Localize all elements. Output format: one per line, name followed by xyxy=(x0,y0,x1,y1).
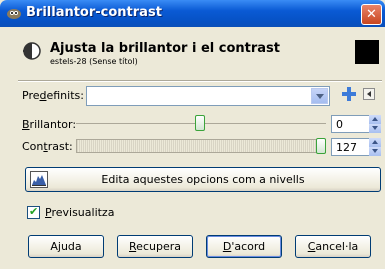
spin-down-icon[interactable] xyxy=(369,147,381,156)
add-icon[interactable] xyxy=(341,86,357,102)
brightness-spin-arrows[interactable] xyxy=(369,115,381,133)
spin-up-icon[interactable] xyxy=(369,138,381,147)
brightness-label: Brillantor: xyxy=(22,118,77,131)
reset-button[interactable]: Recupera xyxy=(117,235,193,258)
edit-as-levels-label: Edita aquestes opcions com a nivells xyxy=(101,173,305,186)
preview-label[interactable]: Previsualitza xyxy=(45,206,114,219)
brightness-slider-handle[interactable] xyxy=(195,115,205,131)
ok-button[interactable]: D'acord xyxy=(206,235,282,258)
contrast-slider-track[interactable] xyxy=(76,139,326,153)
contrast-label: Contrast: xyxy=(22,140,73,153)
close-button[interactable]: ✕ xyxy=(361,4,382,25)
image-thumbnail xyxy=(355,40,379,64)
preview-checkbox[interactable] xyxy=(27,205,40,219)
edit-as-levels-button[interactable]: Edita aquestes opcions com a nivells xyxy=(25,167,381,192)
cancel-button[interactable]: Cancel·la xyxy=(295,235,371,258)
spin-down-icon[interactable] xyxy=(369,124,381,133)
presets-label: Predefinits: xyxy=(22,89,84,102)
dialog-window: Brillantor-contrast ✕ Ajusta la brillant… xyxy=(0,0,385,269)
contrast-spin-arrows[interactable] xyxy=(369,138,381,156)
contrast-slider-handle[interactable] xyxy=(316,138,326,154)
chevron-down-icon[interactable] xyxy=(311,88,328,104)
contrast-value: 127 xyxy=(336,141,357,154)
brightness-spinbutton[interactable]: 0 xyxy=(331,115,371,133)
image-name: estels-28 (Sense títol) xyxy=(50,57,138,66)
contrast-spinbutton[interactable]: 127 xyxy=(331,138,371,156)
brightness-contrast-icon xyxy=(23,42,41,60)
help-button[interactable]: Ajuda xyxy=(28,235,104,258)
dialog-heading: Ajusta la brillantor i el contrast xyxy=(50,41,280,56)
presets-combobox[interactable] xyxy=(86,86,330,106)
gimp-wilber-icon xyxy=(7,9,21,19)
brightness-value: 0 xyxy=(336,118,343,131)
close-icon: ✕ xyxy=(366,7,377,22)
title-bar[interactable]: Brillantor-contrast ✕ xyxy=(0,0,385,27)
menu-arrow-icon[interactable] xyxy=(363,88,375,100)
spin-up-icon[interactable] xyxy=(369,115,381,124)
header-separator xyxy=(18,80,382,82)
window-title: Brillantor-contrast xyxy=(26,5,162,20)
